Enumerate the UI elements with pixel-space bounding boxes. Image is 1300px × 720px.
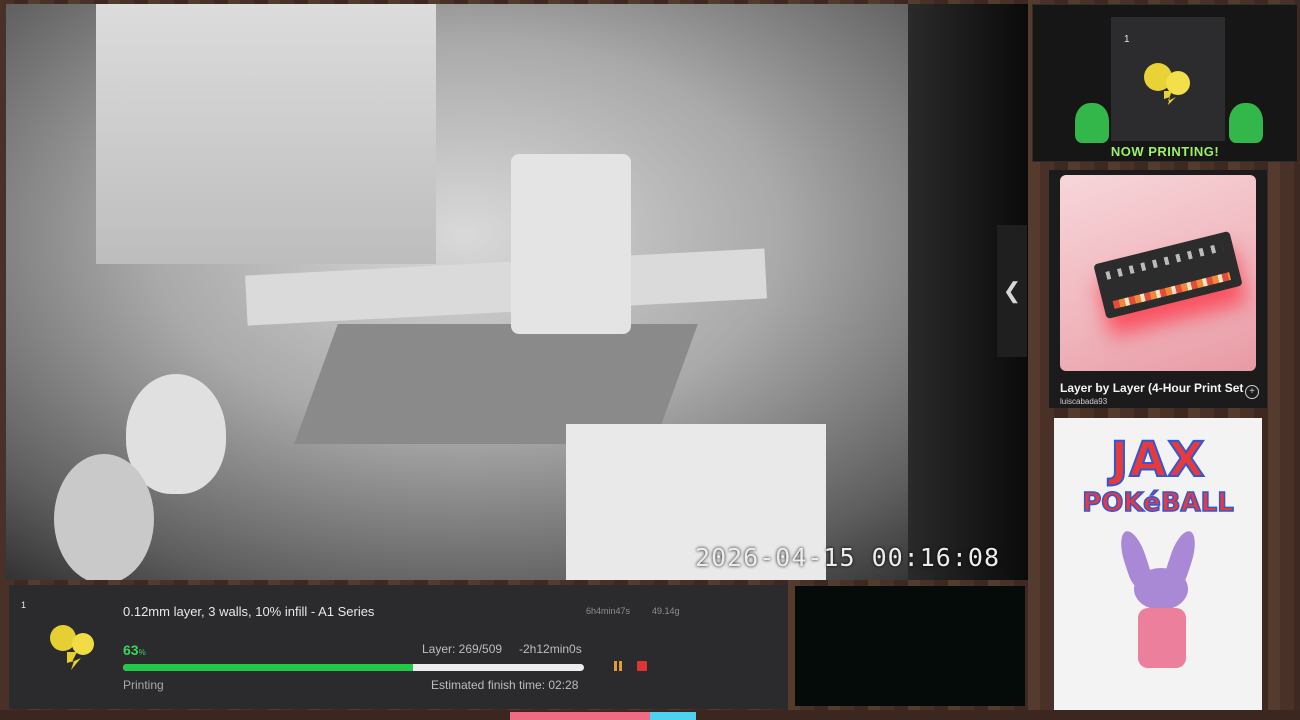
drum-machine-model (1093, 230, 1243, 320)
overlay-black-box (795, 586, 1025, 706)
poster-title-bottom: POKéBALL (1081, 487, 1234, 519)
camera-timestamp: 2026-04-15 00:16:08 (695, 543, 1000, 572)
camera-wall (96, 4, 436, 264)
model-thumbnail-icon (50, 625, 94, 670)
job-estimated-time: 6h4min47s (586, 606, 631, 616)
bottom-strip-cyan (650, 712, 696, 720)
model-title[interactable]: Layer by Layer (4-Hour Print Set (1060, 381, 1244, 395)
now-printing-panel: 1 NOW PRINTING! (1032, 4, 1298, 162)
estimated-finish: Estimated finish time: 02:28 (431, 678, 579, 692)
bottom-strip-pink (510, 712, 650, 720)
model-image[interactable] (1060, 175, 1256, 371)
job-index: 1 (21, 600, 27, 610)
progress-bar (123, 664, 584, 671)
percent-sign: % (138, 648, 146, 657)
poster-title-top: JAX (1109, 431, 1206, 489)
progress-percent: 63% (123, 642, 146, 658)
stop-icon[interactable] (637, 661, 647, 671)
model-author[interactable]: luiscabada93 (1060, 397, 1107, 406)
jax-pokeball-poster: JAX POKéBALL (1054, 418, 1262, 720)
featured-model-card[interactable]: Layer by Layer (4-Hour Print Set luiscab… (1049, 170, 1267, 408)
chevron-left-icon[interactable]: ❮ (997, 225, 1027, 357)
print-progress-panel: 1 0.12mm layer, 3 walls, 10% infill - A1… (9, 585, 788, 709)
egg-figure (54, 454, 154, 580)
printer-toolhead (511, 154, 631, 334)
job-title: 0.12mm layer, 3 walls, 10% infill - A1 S… (123, 604, 375, 619)
progress-bar-fill (123, 664, 414, 671)
progress-percent-value: 63 (123, 642, 139, 658)
green-figure-left (1075, 103, 1109, 143)
now-printing-banner: NOW PRINTING! (1110, 144, 1220, 159)
poster-head (1134, 568, 1188, 610)
pause-icon[interactable] (612, 660, 624, 672)
time-remaining: -2h12min0s (519, 642, 582, 656)
now-printing-card: 1 (1111, 17, 1225, 141)
plus-circle-icon[interactable]: + (1245, 385, 1259, 399)
poster-body (1138, 608, 1186, 668)
job-status: Printing (123, 678, 164, 692)
job-filament-weight: 49.14g (652, 606, 680, 616)
drum-keys (1112, 272, 1232, 309)
camera-feed: 2026-04-15 00:16:08 (6, 4, 1028, 580)
layer-count: Layer: 269/509 (422, 642, 503, 656)
card-index: 1 (1124, 34, 1130, 45)
drum-knobs (1105, 243, 1224, 280)
green-figure-right (1229, 103, 1263, 143)
model-thumbnail-icon (1144, 63, 1190, 105)
